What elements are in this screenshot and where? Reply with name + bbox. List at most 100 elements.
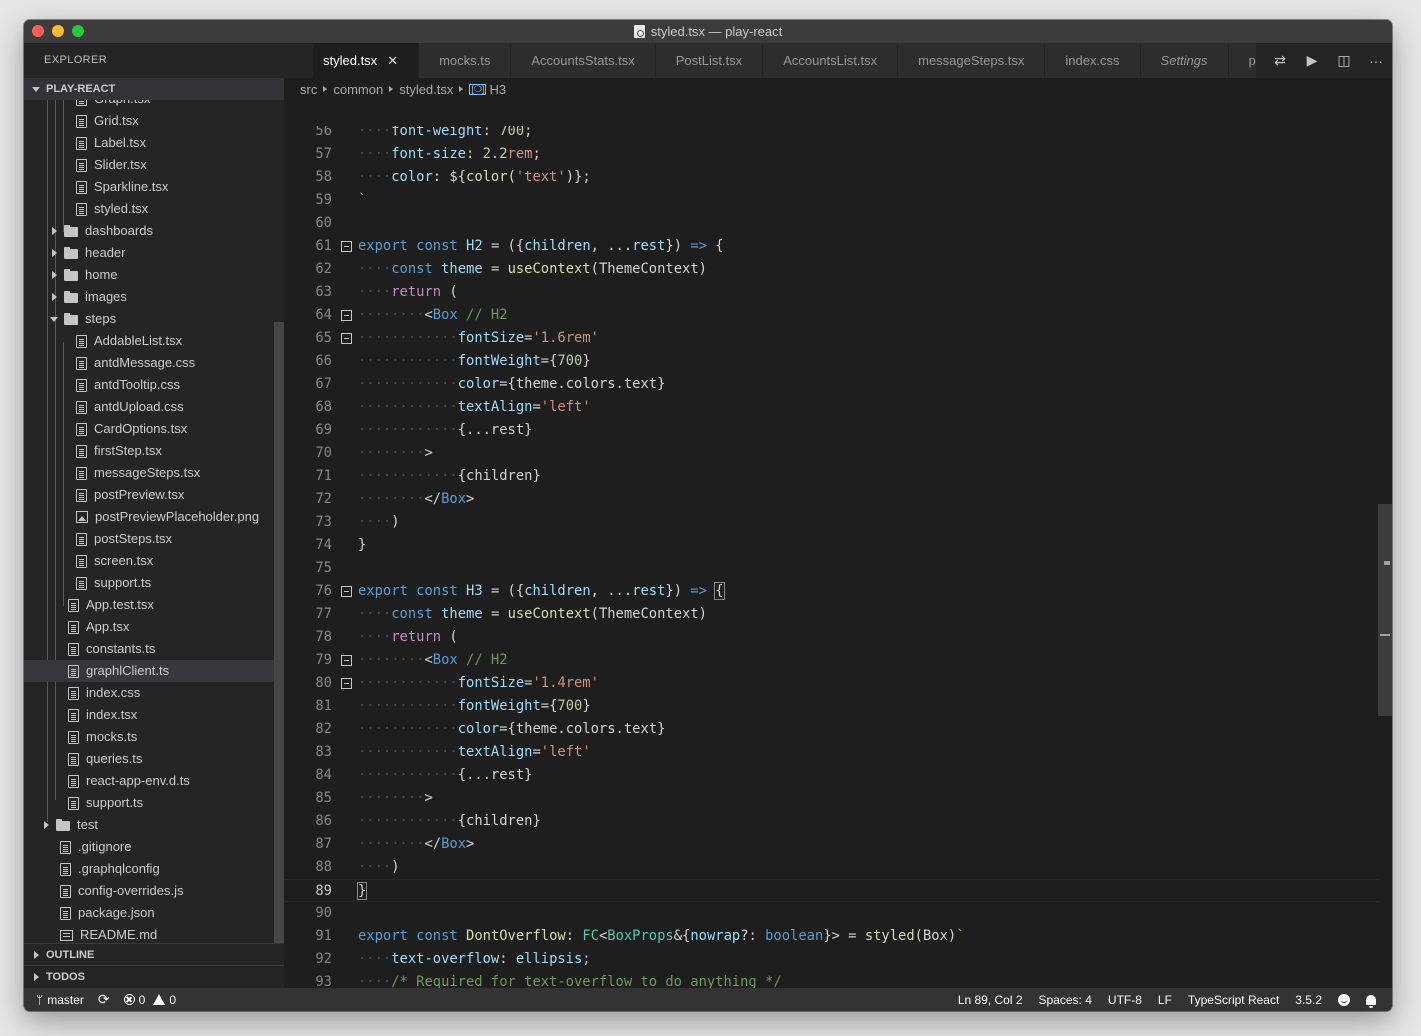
fold-collapse-icon[interactable] bbox=[341, 586, 352, 597]
breadcrumb-item[interactable]: src bbox=[300, 82, 317, 97]
tree-file[interactable]: AddableList.tsx bbox=[24, 330, 274, 352]
breadcrumb-item[interactable]: styled.tsx bbox=[399, 82, 453, 97]
code-line[interactable]: 78 ····return ( bbox=[284, 626, 1379, 649]
tree-folder[interactable]: steps bbox=[24, 308, 274, 330]
tree-file[interactable]: Grid.tsx bbox=[24, 110, 274, 132]
editor-scrollbar[interactable] bbox=[1378, 504, 1392, 716]
code-line[interactable]: 91 export const DontOverflow: FC<BoxProps… bbox=[284, 925, 1379, 948]
tree-file[interactable]: index.tsx bbox=[24, 704, 274, 726]
tree-folder[interactable]: dashboards bbox=[24, 220, 274, 242]
code-line[interactable]: 82 ············color={theme.colors.text} bbox=[284, 718, 1379, 741]
code-line[interactable]: 73 ····) bbox=[284, 511, 1379, 534]
tree-file[interactable]: Label.tsx bbox=[24, 132, 274, 154]
code-line[interactable]: 56 ····font-weight: 700; bbox=[284, 126, 1379, 143]
tree-file[interactable]: react-app-env.d.ts bbox=[24, 770, 274, 792]
code-line[interactable]: 88 ····) bbox=[284, 856, 1379, 879]
run-icon[interactable]: ▶ bbox=[1296, 43, 1328, 78]
sidebar-scrollbar[interactable] bbox=[274, 322, 284, 944]
tree-file[interactable]: App.test.tsx bbox=[24, 594, 274, 616]
code-line[interactable]: 57 ····font-size: 2.2rem; bbox=[284, 143, 1379, 166]
close-window-button[interactable] bbox=[32, 25, 44, 37]
fold-collapse-icon[interactable] bbox=[341, 678, 352, 689]
code-line[interactable]: 90 bbox=[284, 902, 1379, 925]
project-root-header[interactable]: PLAY-REACT bbox=[24, 78, 284, 100]
code-line[interactable]: 77 ····const theme = useContext(ThemeCont… bbox=[284, 603, 1379, 626]
todos-section[interactable]: TODOS bbox=[24, 965, 284, 987]
tree-file[interactable]: messageSteps.tsx bbox=[24, 462, 274, 484]
code-line[interactable]: 59 ` bbox=[284, 189, 1379, 212]
tab-accountslist-tsx[interactable]: AccountsList.tsx bbox=[763, 43, 899, 78]
tab-mocks-ts[interactable]: mocks.ts bbox=[419, 43, 512, 78]
code-line[interactable]: 86 ············{children} bbox=[284, 810, 1379, 833]
code-line[interactable]: 83 ············textAlign='left' bbox=[284, 741, 1379, 764]
fold-collapse-icon[interactable] bbox=[341, 310, 352, 321]
tree-file[interactable]: support.ts bbox=[24, 572, 274, 594]
tree-file[interactable]: .gitignore bbox=[24, 836, 274, 858]
code-line[interactable]: 66 ············fontWeight={700} bbox=[284, 350, 1379, 373]
code-line[interactable]: 74} bbox=[284, 534, 1379, 557]
code-line[interactable]: 84 ············{...rest} bbox=[284, 764, 1379, 787]
code-line[interactable]: 70 ········> bbox=[284, 442, 1379, 465]
typescript-version[interactable]: 3.5.2 bbox=[1295, 993, 1322, 1007]
code-line[interactable]: 58 ····color: ${color('text')}; bbox=[284, 166, 1379, 189]
tree-file[interactable]: postPreview.tsx bbox=[24, 484, 274, 506]
tree-file[interactable]: Slider.tsx bbox=[24, 154, 274, 176]
language-mode[interactable]: TypeScript React bbox=[1188, 993, 1279, 1007]
code-editor[interactable]: 55export const H1 = styled(Box)`56····fo… bbox=[284, 126, 1392, 988]
code-line[interactable]: 62 ····const theme = useContext(ThemeCont… bbox=[284, 258, 1379, 281]
tree-file[interactable]: support.ts bbox=[24, 792, 274, 814]
tree-file[interactable]: graphlClient.ts bbox=[24, 660, 274, 682]
code-line[interactable]: 65 ············fontSize='1.6rem' bbox=[284, 327, 1379, 350]
tree-file[interactable]: styled.tsx bbox=[24, 198, 274, 220]
tab-styled-tsx[interactable]: styled.tsx ✕ bbox=[313, 43, 420, 78]
code-line[interactable]: 71 ············{children} bbox=[284, 465, 1379, 488]
tab-index-css[interactable]: index.css bbox=[1045, 43, 1141, 78]
code-line[interactable]: 63 ····return ( bbox=[284, 281, 1379, 304]
feedback-smiley-icon[interactable] bbox=[1338, 993, 1350, 1006]
tree-file[interactable]: screen.tsx bbox=[24, 550, 274, 572]
tree-file[interactable]: Sparkline.tsx bbox=[24, 176, 274, 198]
tree-file[interactable]: antdUpload.css bbox=[24, 396, 274, 418]
tree-file[interactable]: postSteps.tsx bbox=[24, 528, 274, 550]
fold-collapse-icon[interactable] bbox=[341, 655, 352, 666]
encoding[interactable]: UTF-8 bbox=[1108, 993, 1142, 1007]
notifications-bell-icon[interactable] bbox=[1366, 994, 1376, 1008]
code-line[interactable]: 76 export const H3 = ({children, ...rest}… bbox=[284, 580, 1379, 603]
code-line[interactable]: 92 ····text-overflow: ellipsis; bbox=[284, 948, 1379, 971]
code-line[interactable]: 68 ············textAlign='left' bbox=[284, 396, 1379, 419]
tree-file[interactable]: CardOptions.tsx bbox=[24, 418, 274, 440]
tree-file[interactable]: Graph.tsx bbox=[24, 100, 274, 110]
tree-file[interactable]: README.md bbox=[24, 924, 274, 944]
tree-file[interactable]: package.json bbox=[24, 902, 274, 924]
problems-indicator[interactable]: 0 0 bbox=[123, 993, 176, 1007]
minimize-window-button[interactable] bbox=[52, 25, 64, 37]
code-line[interactable]: 64 ········<Box // H2 bbox=[284, 304, 1379, 327]
tree-file[interactable]: postPreviewPlaceholder.png bbox=[24, 506, 274, 528]
open-changes-icon[interactable]: ⇄ bbox=[1264, 43, 1296, 78]
code-line[interactable]: 80 ············fontSize='1.4rem' bbox=[284, 672, 1379, 695]
end-of-line[interactable]: LF bbox=[1158, 993, 1172, 1007]
split-editor-icon[interactable]: ◫ bbox=[1328, 43, 1360, 78]
tree-file[interactable]: index.css bbox=[24, 682, 274, 704]
code-line[interactable]: 85 ········> bbox=[284, 787, 1379, 810]
tab-settings[interactable]: Settings bbox=[1140, 43, 1229, 78]
tree-file[interactable]: antdTooltip.css bbox=[24, 374, 274, 396]
git-branch[interactable]: ᛘ master bbox=[36, 993, 84, 1007]
tab-accountsstats-tsx[interactable]: AccountsStats.tsx bbox=[511, 43, 656, 78]
tree-folder[interactable]: test bbox=[24, 814, 274, 836]
code-line[interactable]: 81 ············fontWeight={700} bbox=[284, 695, 1379, 718]
indentation[interactable]: Spaces: 4 bbox=[1039, 993, 1092, 1007]
code-line[interactable]: 72 ········</Box> bbox=[284, 488, 1379, 511]
code-line[interactable]: 61 export const H2 = ({children, ...rest}… bbox=[284, 235, 1379, 258]
tree-file[interactable]: queries.ts bbox=[24, 748, 274, 770]
code-line[interactable]: 93 ····/* Required for text-overflow to d… bbox=[284, 971, 1379, 988]
sync-button[interactable]: ⟳ bbox=[98, 991, 110, 1008]
code-line[interactable]: 60 bbox=[284, 212, 1379, 235]
fold-collapse-icon[interactable] bbox=[341, 241, 352, 252]
tree-file[interactable]: mocks.ts bbox=[24, 726, 274, 748]
breadcrumb-item[interactable]: common bbox=[333, 82, 383, 97]
code-line[interactable]: 79 ········<Box // H2 bbox=[284, 649, 1379, 672]
cursor-position[interactable]: Ln 89, Col 2 bbox=[958, 993, 1023, 1007]
code-line[interactable]: 75 bbox=[284, 557, 1379, 580]
tree-file[interactable]: .graphqlconfig bbox=[24, 858, 274, 880]
